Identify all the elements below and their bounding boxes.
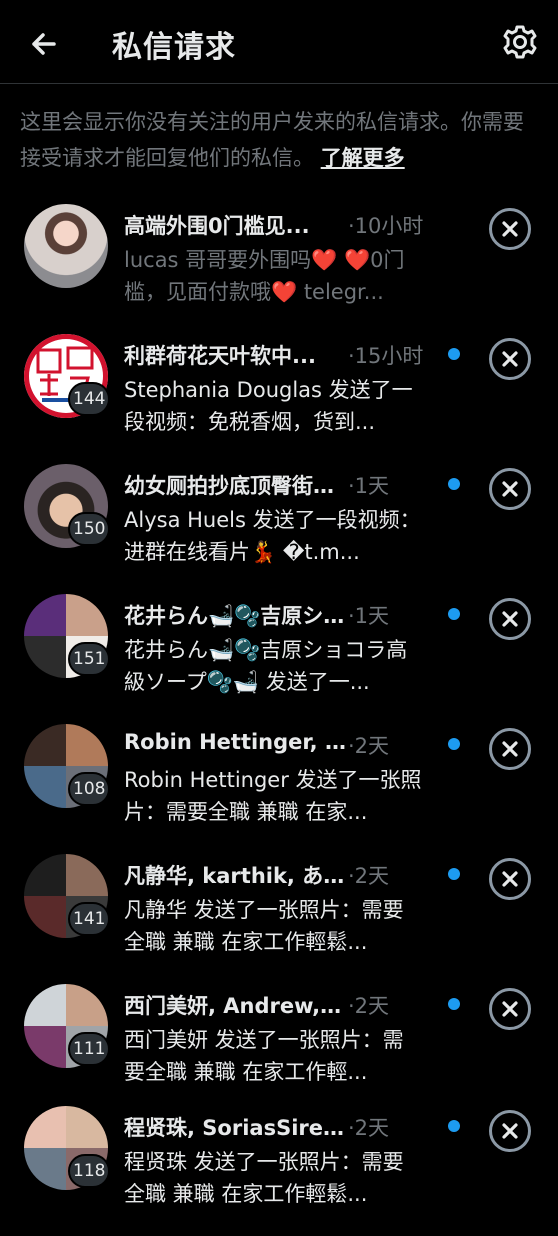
message-preview: 凡静华 发送了一张照片：需要全職 兼職 在家工作輕鬆... — [124, 898, 404, 954]
timestamp: ·2天 — [348, 734, 390, 758]
message-request-item[interactable]: 高端外围0门槛见... ·10小时 lucas 哥哥要外围吗❤️ ❤️0门槛，见… — [0, 204, 558, 334]
member-count-badge: 141 — [68, 902, 111, 936]
unread-indicator — [448, 868, 460, 880]
message-preview: 程贤珠 发送了一张照片：需要全職 兼職 在家工作輕鬆... — [124, 1150, 404, 1206]
message-preview: 西门美妍 发送了一张照片：需要全職 兼職 在家工作輕... — [124, 1028, 404, 1084]
arrow-left-icon — [32, 33, 56, 55]
message-request-item[interactable]: 108 Robin Hettinger, Sky... ·2天 Robin He… — [0, 724, 558, 854]
conversation-name: 程贤珠, SoriasSire, C... — [124, 1116, 346, 1140]
member-count-badge: 150 — [68, 512, 111, 546]
dismiss-button[interactable] — [489, 988, 531, 1030]
message-request-item[interactable]: 141 凡静华, karthik, あら... ·2天 凡静华 发送了一张照片：… — [0, 854, 558, 984]
dismiss-button[interactable] — [489, 468, 531, 510]
message-preview: Alysa Huels 发送了一段视频：进群在线看片💃 �t.m... — [124, 508, 421, 564]
member-count-badge: 151 — [68, 642, 111, 676]
dismiss-button[interactable] — [489, 728, 531, 770]
close-icon — [502, 871, 518, 887]
conversation-name: 西门美妍, Andrew, 🦷... — [124, 994, 346, 1018]
conversation-name: 凡静华, karthik, あら... — [124, 864, 346, 888]
message-preview: lucas 哥哥要外围吗❤️ ❤️0门槛，见面付款哦❤️ telegr... — [124, 248, 405, 304]
dismiss-button[interactable] — [489, 1110, 531, 1152]
page-title: 私信请求 — [112, 30, 236, 65]
message-request-item[interactable]: 118 程贤珠, SoriasSire, C... ·2天 程贤珠 发送了一张照… — [0, 1106, 558, 1236]
unread-indicator — [448, 1120, 460, 1132]
unread-indicator — [448, 478, 460, 490]
top-bar: 私信请求 — [0, 0, 558, 84]
timestamp: ·2天 — [348, 864, 390, 888]
timestamp: ·1天 — [348, 604, 390, 628]
gear-icon — [503, 25, 537, 59]
message-request-item[interactable]: 151 花井らん🛁🫧吉原シ... ·1天 花井らん🛁🫧吉原ショコラ高級ソープ🫧🛁… — [0, 594, 558, 724]
timestamp: ·10小时 — [348, 214, 424, 238]
close-icon — [502, 1001, 518, 1017]
close-icon — [502, 741, 518, 757]
unread-indicator — [448, 608, 460, 620]
dismiss-button[interactable] — [489, 338, 531, 380]
message-preview: Stephania Douglas 发送了一段视频：免税香烟，货到... — [124, 378, 413, 434]
dismiss-button[interactable] — [489, 598, 531, 640]
dismiss-button[interactable] — [489, 208, 531, 250]
timestamp: ·1天 — [348, 474, 390, 498]
unread-indicator — [448, 348, 460, 360]
member-count-badge: 111 — [68, 1032, 111, 1066]
settings-button[interactable] — [500, 22, 540, 62]
avatar[interactable] — [24, 204, 108, 288]
conversation-name: Robin Hettinger, Sky... — [124, 730, 346, 754]
dismiss-button[interactable] — [489, 858, 531, 900]
close-icon — [502, 481, 518, 497]
unread-indicator — [448, 998, 460, 1010]
close-icon — [502, 611, 518, 627]
timestamp: ·2天 — [348, 994, 390, 1018]
back-button[interactable] — [24, 24, 64, 64]
unread-indicator — [448, 738, 460, 750]
intro-text: 这里会显示你没有关注的用户发来的私信请求。你需要接受请求才能回复他们的私信。 了… — [20, 104, 540, 176]
member-count-badge: 108 — [68, 772, 111, 806]
member-count-badge: 118 — [68, 1154, 111, 1188]
conversation-name: 花井らん🛁🫧吉原シ... — [124, 604, 346, 628]
member-count-badge: 144 — [68, 382, 111, 416]
intro-description: 这里会显示你没有关注的用户发来的私信请求。你需要接受请求才能回复他们的私信。 — [20, 110, 524, 170]
timestamp: ·15小时 — [348, 344, 424, 368]
conversation-name: 幼女厕拍抄底顶臀街射... — [124, 474, 346, 498]
close-icon — [502, 351, 518, 367]
message-preview: Robin Hettinger 发送了一张照片：需要全職 兼職 在家... — [124, 768, 422, 824]
close-icon — [502, 1123, 518, 1139]
close-icon — [502, 221, 518, 237]
message-request-item[interactable]: 150 幼女厕拍抄底顶臀街射... ·1天 Alysa Huels 发送了一段视… — [0, 464, 558, 594]
timestamp: ·2天 — [348, 1116, 390, 1140]
message-request-item[interactable]: 144 利群荷花天叶软中... ·15小时 Stephania Douglas … — [0, 334, 558, 464]
conversation-name: 利群荷花天叶软中... — [124, 344, 316, 368]
message-request-item[interactable]: 111 西门美妍, Andrew, 🦷... ·2天 西门美妍 发送了一张照片：… — [0, 984, 558, 1114]
message-preview: 花井らん🛁🫧吉原ショコラ高級ソープ🫧🛁 发送了一... — [124, 638, 408, 694]
learn-more-link[interactable]: 了解更多 — [321, 146, 405, 170]
conversation-name: 高端外围0门槛见... — [124, 214, 310, 238]
